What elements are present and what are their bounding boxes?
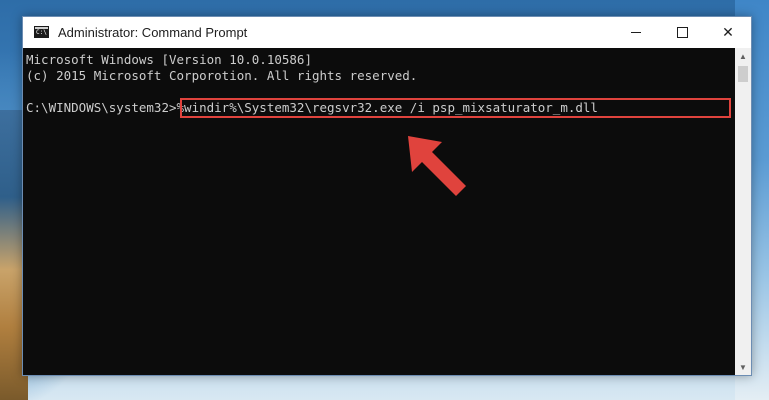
scroll-thumb[interactable] — [738, 66, 748, 82]
window-title: Administrator: Command Prompt — [58, 25, 248, 40]
minimize-icon — [631, 32, 641, 33]
maximize-button[interactable] — [659, 17, 705, 48]
minimize-button[interactable] — [613, 17, 659, 48]
scroll-down-arrow-icon[interactable]: ▼ — [735, 359, 751, 375]
console-line-copyright: (c) 2015 Microsoft Corporotion. All righ… — [26, 68, 418, 83]
vertical-scrollbar[interactable]: ▲ ▼ — [735, 48, 751, 375]
command-prompt-window[interactable]: C:\ Administrator: Command Prompt ✕ Micr… — [22, 16, 752, 376]
cmd-icon-text: C:\ — [36, 29, 47, 36]
close-button[interactable]: ✕ — [705, 17, 751, 48]
scroll-up-arrow-icon[interactable]: ▲ — [735, 48, 751, 64]
cmd-icon[interactable]: C:\ — [34, 26, 49, 38]
console-line-version: Microsoft Windows [Version 10.0.10586] — [26, 52, 312, 67]
title-bar[interactable]: C:\ Administrator: Command Prompt ✕ — [23, 17, 751, 48]
close-icon: ✕ — [722, 24, 734, 41]
arrow-pointer-icon — [408, 136, 466, 196]
maximize-icon — [676, 27, 688, 38]
console-output[interactable]: Microsoft Windows [Version 10.0.10586] (… — [23, 48, 735, 375]
console-prompt: C:\WINDOWS\system32> — [26, 100, 177, 115]
command-highlight-box — [180, 98, 731, 118]
